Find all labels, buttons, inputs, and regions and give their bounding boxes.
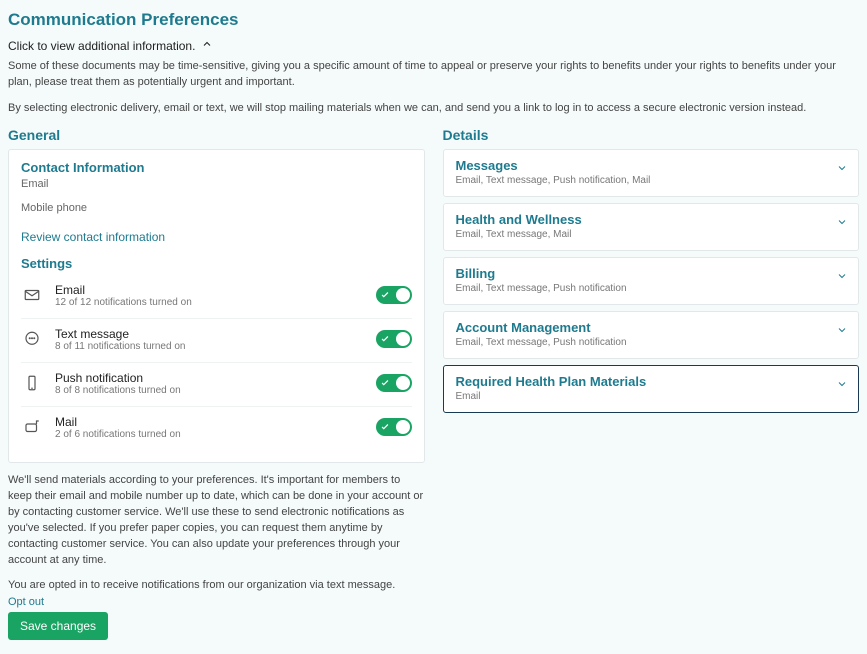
acc-item-account[interactable]: Account Management Email, Text message, … — [443, 311, 860, 359]
acc-item-required-materials[interactable]: Required Health Plan Materials Email — [443, 365, 860, 413]
acc-title: Required Health Plan Materials — [456, 374, 847, 389]
acc-title: Health and Wellness — [456, 212, 847, 227]
setting-row-push: Push notification 8 of 8 notifications t… — [21, 363, 412, 407]
setting-sub: 8 of 8 notifications turned on — [55, 385, 364, 396]
mailbox-icon — [21, 418, 43, 436]
intro-text: Some of these documents may be time-sens… — [8, 59, 859, 117]
save-button[interactable]: Save changes — [8, 612, 108, 640]
phone-icon — [21, 374, 43, 392]
acc-item-billing[interactable]: Billing Email, Text message, Push notifi… — [443, 257, 860, 305]
acc-sub: Email, Text message, Push notification, … — [456, 175, 847, 186]
toggle-push[interactable] — [376, 374, 412, 392]
disclosure-label: Click to view additional information. — [8, 39, 195, 53]
setting-name: Mail — [55, 415, 364, 429]
contact-phone-label: Mobile phone — [21, 202, 412, 214]
toggle-mail[interactable] — [376, 418, 412, 436]
details-heading: Details — [443, 127, 860, 143]
chevron-down-icon — [836, 216, 848, 231]
toggle-text[interactable] — [376, 330, 412, 348]
contact-email-label: Email — [21, 178, 412, 190]
settings-heading: Settings — [21, 256, 412, 271]
page-title: Communication Preferences — [8, 10, 859, 30]
setting-name: Email — [55, 283, 364, 297]
setting-row-email: Email 12 of 12 notifications turned on — [21, 275, 412, 319]
acc-title: Messages — [456, 158, 847, 173]
disclosure-toggle[interactable]: Click to view additional information. — [8, 38, 859, 53]
footer-paragraph-1: We'll send materials according to your p… — [8, 473, 425, 569]
acc-title: Account Management — [456, 320, 847, 335]
general-card: Contact Information Email Mobile phone R… — [8, 149, 425, 463]
setting-sub: 2 of 6 notifications turned on — [55, 429, 364, 440]
footer-text: We'll send materials according to your p… — [8, 473, 425, 595]
chevron-down-icon — [836, 270, 848, 285]
general-heading: General — [8, 127, 425, 143]
chevron-down-icon — [836, 378, 848, 393]
envelope-icon — [21, 286, 43, 304]
chevron-down-icon — [836, 324, 848, 339]
review-contact-link[interactable]: Review contact information — [21, 230, 165, 244]
intro-paragraph-2: By selecting electronic delivery, email … — [8, 101, 859, 117]
acc-sub: Email, Text message, Push notification — [456, 283, 847, 294]
details-accordion: Messages Email, Text message, Push notif… — [443, 149, 860, 413]
setting-row-mail: Mail 2 of 6 notifications turned on — [21, 407, 412, 450]
opt-out-link[interactable]: Opt out — [8, 596, 44, 608]
setting-name: Push notification — [55, 371, 364, 385]
chat-icon — [21, 330, 43, 348]
acc-item-health[interactable]: Health and Wellness Email, Text message,… — [443, 203, 860, 251]
contact-info-heading: Contact Information — [21, 160, 412, 175]
setting-sub: 12 of 12 notifications turned on — [55, 297, 364, 308]
chevron-down-icon — [836, 162, 848, 177]
acc-item-messages[interactable]: Messages Email, Text message, Push notif… — [443, 149, 860, 197]
toggle-email[interactable] — [376, 286, 412, 304]
acc-sub: Email — [456, 391, 847, 402]
acc-title: Billing — [456, 266, 847, 281]
setting-name: Text message — [55, 327, 364, 341]
setting-row-text: Text message 8 of 11 notifications turne… — [21, 319, 412, 363]
footer-paragraph-2: You are opted in to receive notification… — [8, 578, 425, 594]
acc-sub: Email, Text message, Mail — [456, 229, 847, 240]
acc-sub: Email, Text message, Push notification — [456, 337, 847, 348]
chevron-up-icon — [201, 38, 213, 53]
setting-sub: 8 of 11 notifications turned on — [55, 341, 364, 352]
intro-paragraph-1: Some of these documents may be time-sens… — [8, 59, 859, 91]
